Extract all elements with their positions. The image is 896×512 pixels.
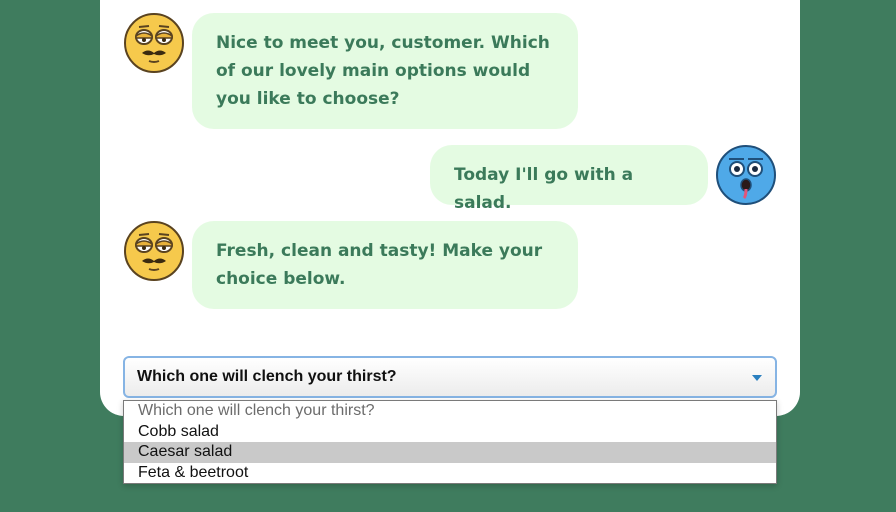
bot-message-text: Nice to meet you, customer. Which of our… <box>216 33 550 109</box>
option-caesar-salad[interactable]: Caesar salad <box>124 442 776 463</box>
select-dropdown-list: Which one will clench your thirst? Cobb … <box>123 400 777 484</box>
option-cobb-salad[interactable]: Cobb salad <box>124 422 776 443</box>
user-message-text: Today I'll go with a salad. <box>454 165 634 213</box>
surprised-blue-face-icon <box>715 144 777 206</box>
option-feta-beetroot[interactable]: Feta & beetroot <box>124 463 776 484</box>
option-placeholder[interactable]: Which one will clench your thirst? <box>124 401 776 422</box>
user-message-bubble: Today I'll go with a salad. <box>430 145 708 213</box>
bot-message-bubble: Fresh, clean and tasty! Make your choice… <box>192 221 578 309</box>
bot-message-bubble: Nice to meet you, customer. Which of our… <box>192 13 578 129</box>
drink-select[interactable]: Which one will clench your thirst? <box>123 356 777 398</box>
mustache-smiley-icon <box>123 220 185 282</box>
select-current-value: Which one will clench your thirst? <box>137 368 397 385</box>
mustache-smiley-icon <box>123 12 185 74</box>
bot-message-text: Fresh, clean and tasty! Make your choice… <box>216 241 543 289</box>
chevron-down-icon <box>752 375 762 381</box>
